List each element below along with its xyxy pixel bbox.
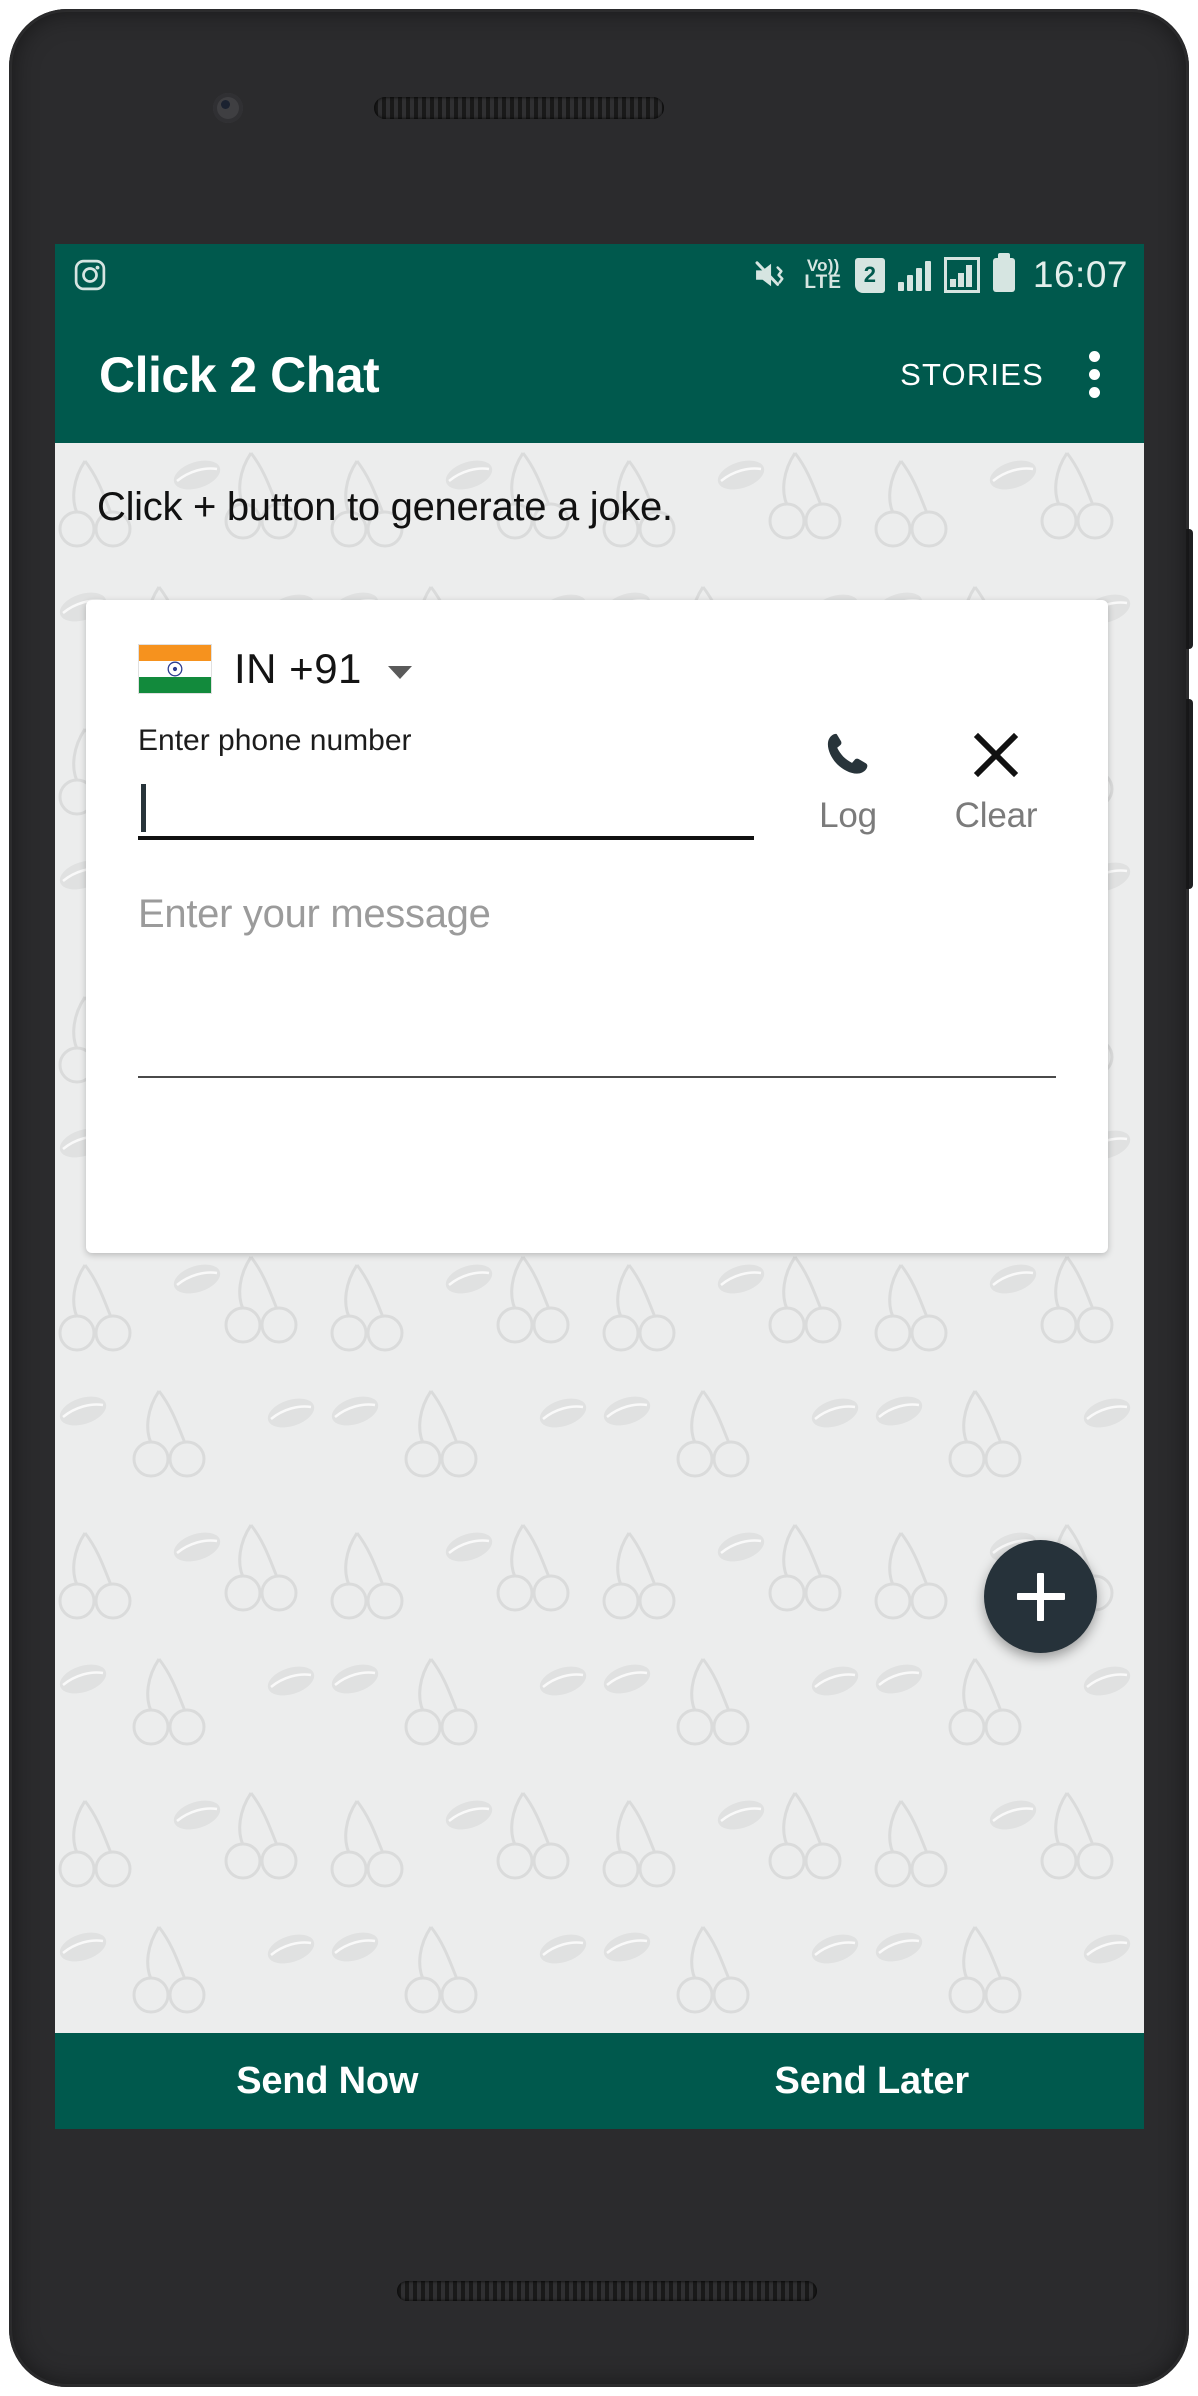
phone-screen: Vo)) LTE 2 16:07 Click 2 Chat STORIES Cl… (55, 244, 1144, 2129)
power-button[interactable] (1186, 529, 1193, 649)
phone-device-frame: Vo)) LTE 2 16:07 Click 2 Chat STORIES Cl… (9, 9, 1193, 2387)
compose-card: IN +91 Enter phone number Log Clear Ente… (86, 600, 1108, 1253)
mute-vibrate-icon (755, 261, 784, 287)
phone-action-buttons: Log Clear (800, 724, 1044, 840)
status-bar-clock: 16:07 (1032, 254, 1128, 295)
status-bar-right: Vo)) LTE 2 16:07 (753, 253, 1128, 296)
india-flag-icon (138, 644, 212, 694)
page-title: Click 2 Chat (99, 346, 380, 403)
app-bar: Click 2 Chat STORIES (55, 306, 1144, 443)
phone-icon (821, 724, 875, 786)
volume-button[interactable] (1186, 699, 1193, 889)
front-camera (213, 93, 243, 123)
overflow-menu-icon[interactable] (1062, 339, 1126, 411)
send-now-button[interactable]: Send Now (55, 2033, 600, 2129)
send-later-button[interactable]: Send Later (600, 2033, 1145, 2129)
content-area: Click + button to generate a joke. IN +9… (55, 443, 1144, 2033)
clear-button-label: Clear (954, 796, 1038, 835)
battery-icon (992, 253, 1015, 292)
joke-hint-text: Click + button to generate a joke. (97, 485, 673, 529)
add-joke-fab[interactable] (984, 1540, 1097, 1653)
bottom-action-bar: Send Now Send Later (55, 2033, 1144, 2129)
message-placeholder: Enter your message (138, 892, 491, 936)
signal-bars-icon (897, 259, 931, 291)
volte-icon: Vo)) LTE (804, 257, 842, 294)
chevron-down-icon (387, 665, 412, 679)
status-bar-left (73, 258, 753, 292)
country-code-label: IN +91 (234, 645, 362, 692)
phone-field-wrapper: Enter phone number (138, 724, 754, 840)
signal-box-icon (943, 257, 980, 293)
earpiece-speaker (374, 97, 664, 119)
log-button[interactable]: Log (800, 724, 896, 836)
stories-button[interactable]: STORIES (882, 343, 1062, 407)
clear-button[interactable]: Clear (948, 724, 1044, 836)
close-x-icon (969, 724, 1023, 786)
phone-number-label: Enter phone number (138, 724, 412, 757)
phone-section: Enter phone number Log Clear (138, 724, 1056, 840)
message-input[interactable]: Enter your message (138, 892, 1056, 1078)
volte-bottom-label: LTE (804, 272, 842, 294)
bottom-speaker (397, 2281, 817, 2301)
status-bar: Vo)) LTE 2 16:07 (55, 244, 1144, 306)
log-button-label: Log (819, 796, 877, 835)
text-cursor (141, 784, 146, 832)
country-code-selector[interactable]: IN +91 (138, 600, 438, 694)
sim-2-icon: 2 (854, 257, 885, 293)
plus-icon-vertical (1037, 1572, 1044, 1621)
phone-number-input[interactable] (138, 778, 754, 840)
instagram-icon (74, 259, 106, 291)
